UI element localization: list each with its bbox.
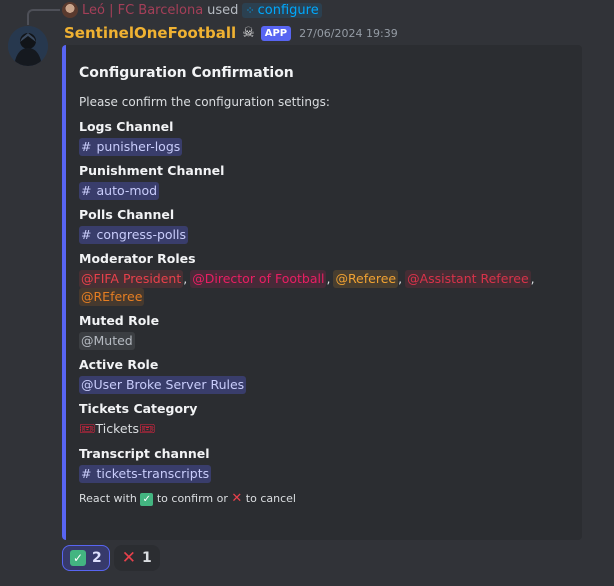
channel-name: tickets-transcripts bbox=[96, 466, 210, 481]
channel-mention-polls[interactable]: # congress-polls bbox=[79, 226, 188, 244]
separator-comma: , bbox=[183, 271, 188, 286]
reaction-count: 1 bbox=[142, 550, 152, 566]
reaction-check[interactable]: ✓ 2 bbox=[62, 545, 110, 571]
role-mention[interactable]: @Director of Football bbox=[190, 270, 327, 288]
separator-comma: , bbox=[326, 271, 331, 286]
channel-name: punisher-logs bbox=[96, 139, 181, 154]
moderator-roles-list: @FIFA President, @Director of Football, @R… bbox=[79, 270, 570, 306]
footer-prefix: React with bbox=[79, 492, 137, 505]
channel-name: auto-mod bbox=[96, 183, 158, 198]
role-mention-muted[interactable]: @Muted bbox=[79, 332, 135, 350]
field-name: Transcript channel bbox=[79, 446, 210, 461]
check-mark-icon: ✓ bbox=[70, 550, 86, 566]
field-name: Logs Channel bbox=[79, 119, 174, 134]
app-badge: APP bbox=[260, 25, 292, 41]
role-mention[interactable]: @Assistant Referee bbox=[405, 270, 531, 288]
field-tickets-category: Tickets Category 🎟Tickets🎟 bbox=[79, 400, 570, 439]
embed-footer-instructions: React with ✓ to confirm or ✕ to cancel bbox=[79, 491, 570, 507]
field-moderator-roles: Moderator Roles @FIFA President, @Directo… bbox=[79, 250, 570, 306]
field-logs-channel: Logs Channel # punisher-logs bbox=[79, 118, 570, 156]
field-name: Moderator Roles bbox=[79, 251, 196, 266]
embed-title: Configuration Confirmation bbox=[79, 65, 294, 81]
channel-mention-transcripts[interactable]: # tickets-transcripts bbox=[79, 465, 212, 483]
field-name: Tickets Category bbox=[79, 401, 198, 416]
reaction-cross[interactable]: ✕ 1 bbox=[113, 545, 160, 571]
field-muted-role: Muted Role @Muted bbox=[79, 312, 570, 350]
channel-hash-icon: # bbox=[81, 227, 92, 242]
reply-connector bbox=[27, 9, 60, 25]
command-name: configure bbox=[257, 2, 319, 18]
author-name[interactable]: SentinelOneFootball bbox=[64, 24, 236, 42]
channel-hash-icon: # bbox=[81, 183, 92, 198]
ticket-icon: 🎟 bbox=[79, 422, 96, 437]
message-header: SentinelOneFootball ☠ APP 27/06/2024 19:… bbox=[64, 22, 398, 44]
role-mention-active[interactable]: @User Broke Server Rules bbox=[79, 376, 247, 394]
check-mark-icon: ✓ bbox=[140, 492, 154, 506]
reply-username[interactable]: Leó | FC Barcelona bbox=[82, 3, 203, 18]
field-name: Polls Channel bbox=[79, 207, 175, 222]
role-mention[interactable]: @FIFA President bbox=[79, 270, 184, 288]
footer-suffix: to cancel bbox=[245, 492, 296, 505]
field-active-role: Active Role @User Broke Server Rules bbox=[79, 356, 570, 394]
separator-comma: , bbox=[530, 271, 535, 286]
separator-comma: , bbox=[398, 271, 403, 286]
field-transcript-channel: Transcript channel # tickets-transcripts bbox=[79, 445, 570, 483]
slash-command-mention[interactable]: ⁘ configure bbox=[242, 2, 322, 18]
command-icon: ⁘ bbox=[245, 3, 255, 17]
skull-icon: ☠ bbox=[242, 25, 255, 41]
role-mention[interactable]: @REferee bbox=[79, 288, 145, 306]
sentinel-avatar-icon bbox=[8, 26, 48, 66]
embed-description: Please confirm the configuration setting… bbox=[79, 95, 330, 109]
channel-hash-icon: # bbox=[81, 139, 92, 154]
cross-mark-icon: ✕ bbox=[231, 491, 243, 506]
tickets-category-value: 🎟Tickets🎟 bbox=[79, 420, 570, 439]
footer-middle: to confirm or bbox=[156, 492, 228, 505]
channel-hash-icon: # bbox=[81, 466, 92, 481]
cross-mark-icon: ✕ bbox=[121, 548, 136, 568]
field-punishment-channel: Punishment Channel # auto-mod bbox=[79, 162, 570, 200]
field-name: Active Role bbox=[79, 357, 159, 372]
category-name: Tickets bbox=[95, 421, 140, 436]
reply-action-text: used bbox=[207, 2, 239, 18]
channel-name: congress-polls bbox=[96, 227, 186, 242]
ticket-icon: 🎟 bbox=[139, 422, 156, 437]
field-polls-channel: Polls Channel # congress-polls bbox=[79, 206, 570, 244]
configuration-embed: Configuration Confirmation Please confir… bbox=[62, 45, 582, 540]
channel-mention-punishment[interactable]: # auto-mod bbox=[79, 182, 160, 200]
message-timestamp[interactable]: 27/06/2024 19:39 bbox=[299, 27, 398, 40]
field-name: Muted Role bbox=[79, 313, 160, 328]
reply-reference[interactable]: Leó | FC Barcelona used ⁘ configure bbox=[62, 1, 322, 19]
role-mention[interactable]: @Referee bbox=[333, 270, 399, 288]
author-avatar[interactable] bbox=[8, 26, 48, 66]
reaction-count: 2 bbox=[92, 550, 102, 566]
channel-mention-logs[interactable]: # punisher-logs bbox=[79, 138, 183, 156]
reply-user-avatar[interactable] bbox=[62, 2, 78, 18]
field-name: Punishment Channel bbox=[79, 163, 225, 178]
reactions-bar: ✓ 2 ✕ 1 bbox=[62, 545, 164, 571]
